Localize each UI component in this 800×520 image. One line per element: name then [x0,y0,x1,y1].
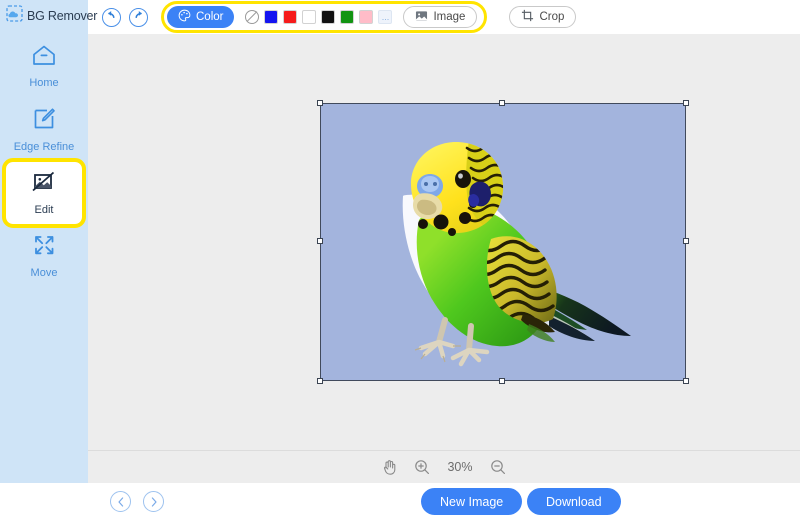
sidebar-item-label: Edit [34,204,54,216]
image-button[interactable]: Image [403,6,478,28]
new-image-button[interactable]: New Image [421,488,523,515]
zoom-toolbar: 30% [88,450,800,483]
edit-image-icon [31,170,57,199]
sidebar-item-home[interactable]: Home [0,34,88,98]
sidebar-item-label: Edge Refine [13,141,75,153]
edge-refine-pen-icon [32,107,56,136]
swatch-pink[interactable] [359,10,374,24]
bg-remover-app: BG Remover Home Edge Refine Edit Move Co… [0,0,800,520]
chevron-right-icon [151,496,157,507]
sidebar-item-label: Move [30,267,58,279]
swatch-green[interactable] [340,10,355,24]
sidebar-nav: Home Edge Refine Edit Move [0,34,88,288]
sidebar-item-edge-refine[interactable]: Edge Refine [0,98,88,162]
resize-handle-bottom-right[interactable] [683,378,689,384]
swatch-black[interactable] [321,10,336,24]
color-button[interactable]: Color [167,6,235,28]
app-name: BG Remover [27,9,98,23]
resize-handle-top-center[interactable] [499,100,505,106]
background-tool-group: Color ... Image [161,1,488,33]
home-icon [31,43,57,72]
picture-icon [415,10,428,25]
resize-handle-bottom-center[interactable] [499,378,505,384]
color-button-label: Color [196,11,224,23]
palette-icon [178,9,191,25]
zoom-in-icon[interactable] [414,459,430,475]
sidebar-item-edit[interactable]: Edit [2,158,86,228]
hand-tool-icon[interactable] [382,459,397,475]
crop-button[interactable]: Crop [509,6,577,28]
footer-bar: New Image Download [0,483,800,520]
swatch-more-button[interactable]: ... [378,10,393,24]
image-button-label: Image [433,11,466,23]
download-button[interactable]: Download [527,488,621,515]
editor-canvas[interactable] [88,34,800,450]
crop-button-label: Crop [539,11,565,23]
app-logo[interactable]: BG Remover [6,5,97,27]
resize-handle-middle-right[interactable] [683,238,689,244]
sidebar-item-move[interactable]: Move [0,224,88,288]
swatch-red[interactable] [283,10,298,24]
resize-handle-top-left[interactable] [317,100,323,106]
top-toolbar: Color ... Image Crop [88,0,800,34]
swatch-transparent[interactable] [245,10,260,24]
sidebar-item-label: Home [29,77,59,89]
chevron-left-icon [117,496,123,507]
redo-button[interactable] [129,7,148,27]
swatch-blue[interactable] [264,10,279,24]
redo-arrow-icon [132,8,145,26]
dashed-selection-cloud-icon [6,5,23,27]
undo-button[interactable] [102,7,121,27]
zoom-out-icon[interactable] [490,459,506,475]
budgerigar-image [402,142,631,367]
swatch-white[interactable] [302,10,317,24]
image-artboard[interactable] [317,100,689,384]
color-swatch-list: ... [245,10,393,24]
resize-handle-middle-left[interactable] [317,238,323,244]
undo-arrow-icon [105,8,118,26]
next-image-button[interactable] [143,491,164,512]
resize-handle-top-right[interactable] [683,100,689,106]
crop-icon [521,9,534,25]
move-arrows-icon [32,233,57,262]
image-pager [110,491,164,512]
resize-handle-bottom-left[interactable] [317,378,323,384]
previous-image-button[interactable] [110,491,131,512]
zoom-level-label: 30% [447,460,473,474]
sidebar: BG Remover Home Edge Refine Edit Move [0,0,97,483]
